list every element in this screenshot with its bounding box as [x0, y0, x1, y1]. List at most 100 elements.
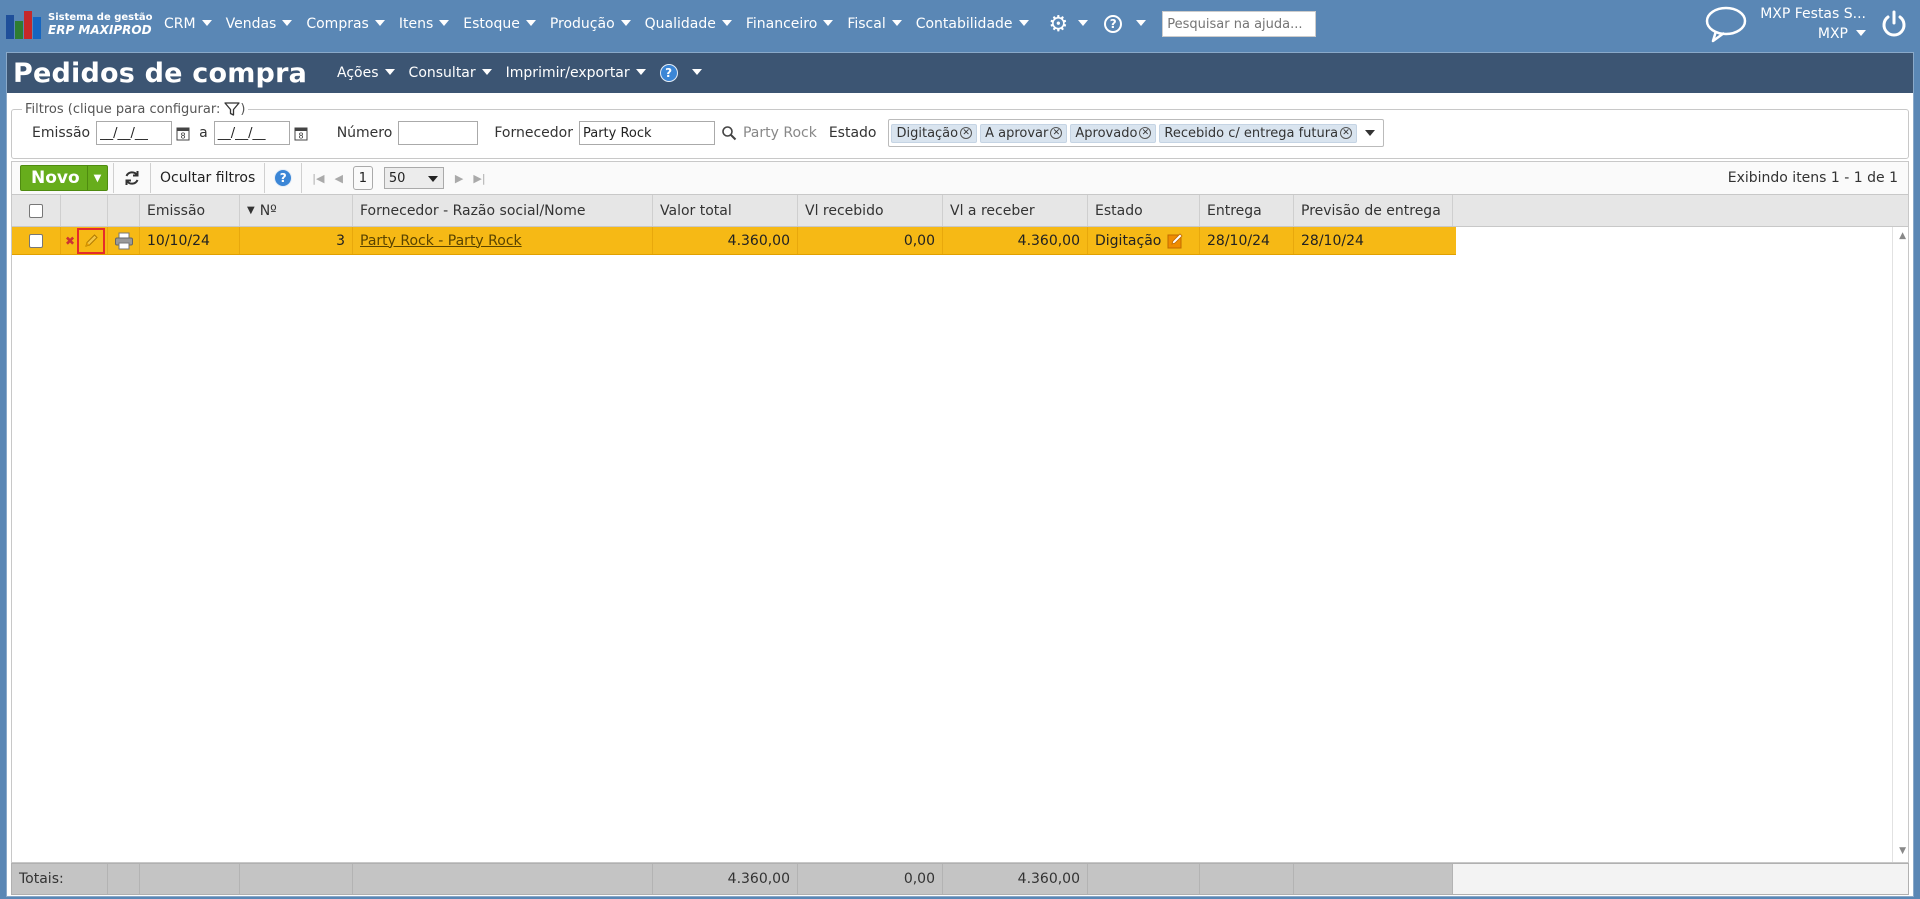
menu-estoque-label: Estoque: [463, 16, 520, 32]
col-numero[interactable]: ▼ Nº: [240, 195, 353, 226]
acoes-menu[interactable]: Ações: [337, 65, 395, 81]
user-menu[interactable]: MXP Festas S... MXP: [1760, 4, 1866, 44]
estado-chip[interactable]: Digitação ✕: [891, 123, 978, 143]
edit-state-icon[interactable]: [1167, 232, 1184, 249]
edit-button[interactable]: [77, 227, 106, 254]
col-estado[interactable]: Estado: [1088, 195, 1200, 226]
menu-fiscal[interactable]: Fiscal: [847, 16, 902, 32]
calendar-icon[interactable]: 8: [293, 125, 309, 141]
funnel-icon[interactable]: [224, 101, 240, 117]
consultar-menu[interactable]: Consultar: [409, 65, 492, 81]
col-entrega[interactable]: Entrega: [1200, 195, 1294, 226]
refresh-icon[interactable]: [122, 168, 142, 188]
numero-label: Número: [336, 125, 393, 141]
menu-compras[interactable]: Compras: [306, 16, 385, 32]
chevron-down-icon[interactable]: ▼: [87, 166, 107, 190]
chevron-down-icon[interactable]: [1365, 130, 1376, 136]
menu-financeiro[interactable]: Financeiro: [746, 16, 834, 32]
close-icon[interactable]: ✕: [1139, 127, 1152, 139]
chevron-down-icon: [823, 19, 834, 26]
chevron-down-icon: [439, 19, 450, 26]
select-all-checkbox[interactable]: [29, 203, 43, 218]
app-logo[interactable]: Sistema de gestão ERP MAXIPROD: [6, 9, 156, 39]
scroll-up-icon[interactable]: ▲: [1899, 231, 1906, 241]
menu-itens[interactable]: Itens: [398, 16, 450, 32]
chip-label: Digitação: [896, 125, 959, 141]
filters-legend[interactable]: Filtros (clique para configurar: ): [22, 101, 249, 117]
col-fornecedor[interactable]: Fornecedor - Razão social/Nome: [353, 195, 653, 226]
scroll-down-icon[interactable]: ▼: [1899, 846, 1906, 856]
col-previsao[interactable]: Previsão de entrega: [1294, 195, 1453, 226]
chevron-down-icon: [201, 19, 212, 26]
estado-value: Digitação: [1095, 232, 1162, 249]
chevron-down-icon: [1136, 19, 1147, 26]
chat-bubble-icon[interactable]: [1704, 4, 1748, 44]
help-icon[interactable]: ?: [274, 169, 293, 187]
user-company: MXP Festas S...: [1760, 6, 1866, 22]
fornecedor-input[interactable]: Party Rock: [578, 121, 715, 145]
numero-input[interactable]: [398, 121, 479, 145]
logo-mark-icon: [6, 9, 42, 39]
row-checkbox[interactable]: [29, 233, 43, 248]
cell-previsao: 28/10/24: [1301, 232, 1364, 249]
help-menu[interactable]: ?: [1088, 15, 1147, 33]
grid-toolbar: Novo ▼ Ocultar filtros ? |◀ ◀ 1 50 ▶ ▶| …: [11, 161, 1909, 195]
last-page-icon[interactable]: ▶|: [473, 172, 485, 185]
close-icon[interactable]: ✕: [960, 127, 973, 139]
select-all-cell[interactable]: [12, 195, 61, 226]
cell-fornecedor: Party Rock - Party Rock: [353, 227, 653, 254]
chevron-down-icon: [620, 19, 631, 26]
printer-icon[interactable]: [114, 232, 134, 250]
estado-chip[interactable]: A aprovar ✕: [980, 123, 1068, 143]
emissao-from-input[interactable]: __/__/__: [96, 121, 173, 145]
menu-producao[interactable]: Produção: [550, 16, 631, 32]
totals-label: Totais:: [12, 864, 108, 894]
prev-page-icon[interactable]: ◀: [334, 172, 342, 185]
first-page-icon[interactable]: |◀: [312, 172, 324, 185]
estado-chip[interactable]: Recebido c/ entrega futura ✕: [1159, 123, 1358, 143]
row-select-cell[interactable]: [12, 227, 61, 254]
totals-empty: [240, 864, 353, 894]
imprimir-exportar-menu[interactable]: Imprimir/exportar: [506, 65, 646, 81]
acoes-label: Ações: [337, 65, 379, 81]
fornecedor-link[interactable]: Party Rock - Party Rock: [360, 233, 522, 249]
next-page-icon[interactable]: ▶: [455, 172, 463, 185]
menu-vendas[interactable]: Vendas: [226, 16, 293, 32]
search-icon[interactable]: [721, 125, 737, 141]
hide-filters-button[interactable]: Ocultar filtros: [156, 170, 259, 186]
menu-qualidade[interactable]: Qualidade: [645, 16, 732, 32]
menu-estoque[interactable]: Estoque: [463, 16, 536, 32]
page-help-menu[interactable]: ?: [659, 64, 702, 82]
row-print-cell[interactable]: [108, 227, 140, 254]
col-vl-a-receber[interactable]: Vl a receber: [943, 195, 1088, 226]
page-number-box[interactable]: 1: [352, 166, 373, 190]
close-icon[interactable]: ✕: [1340, 127, 1353, 139]
col-emissao[interactable]: Emissão: [140, 195, 240, 226]
chevron-down-icon: [721, 19, 732, 26]
main-menu: CRM Vendas Compras Itens Estoque Produçã…: [164, 11, 1317, 37]
svg-text:8: 8: [298, 132, 303, 141]
menu-contabilidade[interactable]: Contabilidade: [916, 16, 1029, 32]
totals-empty: [353, 864, 653, 894]
power-icon[interactable]: [1880, 10, 1908, 38]
estado-multiselect[interactable]: Digitação ✕ A aprovar ✕ Aprovado ✕ Recebido…: [888, 119, 1385, 147]
menu-crm[interactable]: CRM: [164, 16, 212, 32]
vertical-scrollbar[interactable]: [1892, 227, 1908, 862]
estado-label: Estado: [828, 125, 877, 141]
delete-icon[interactable]: ✖: [65, 234, 75, 248]
emissao-to-input[interactable]: __/__/__: [213, 121, 290, 145]
col-numero-label: Nº: [259, 202, 277, 219]
col-vl-recebido[interactable]: Vl recebido: [798, 195, 943, 226]
novo-button[interactable]: Novo ▼: [20, 165, 108, 191]
calendar-icon[interactable]: 8: [175, 125, 191, 141]
col-valor-total[interactable]: Valor total: [653, 195, 798, 226]
settings-menu[interactable]: ⚙: [1043, 12, 1089, 37]
cell-valor-total: 4.360,00: [653, 227, 798, 254]
page-size-select[interactable]: 50: [383, 167, 444, 189]
help-search-input[interactable]: [1162, 11, 1317, 37]
close-icon[interactable]: ✕: [1050, 127, 1063, 139]
table-row[interactable]: ✖ 10/10/24 3 Party Rock - Party Rock 4.3…: [12, 227, 1456, 255]
estado-chip[interactable]: Aprovado ✕: [1070, 123, 1157, 143]
menu-itens-label: Itens: [398, 16, 434, 32]
cell-numero: 3: [240, 227, 353, 254]
